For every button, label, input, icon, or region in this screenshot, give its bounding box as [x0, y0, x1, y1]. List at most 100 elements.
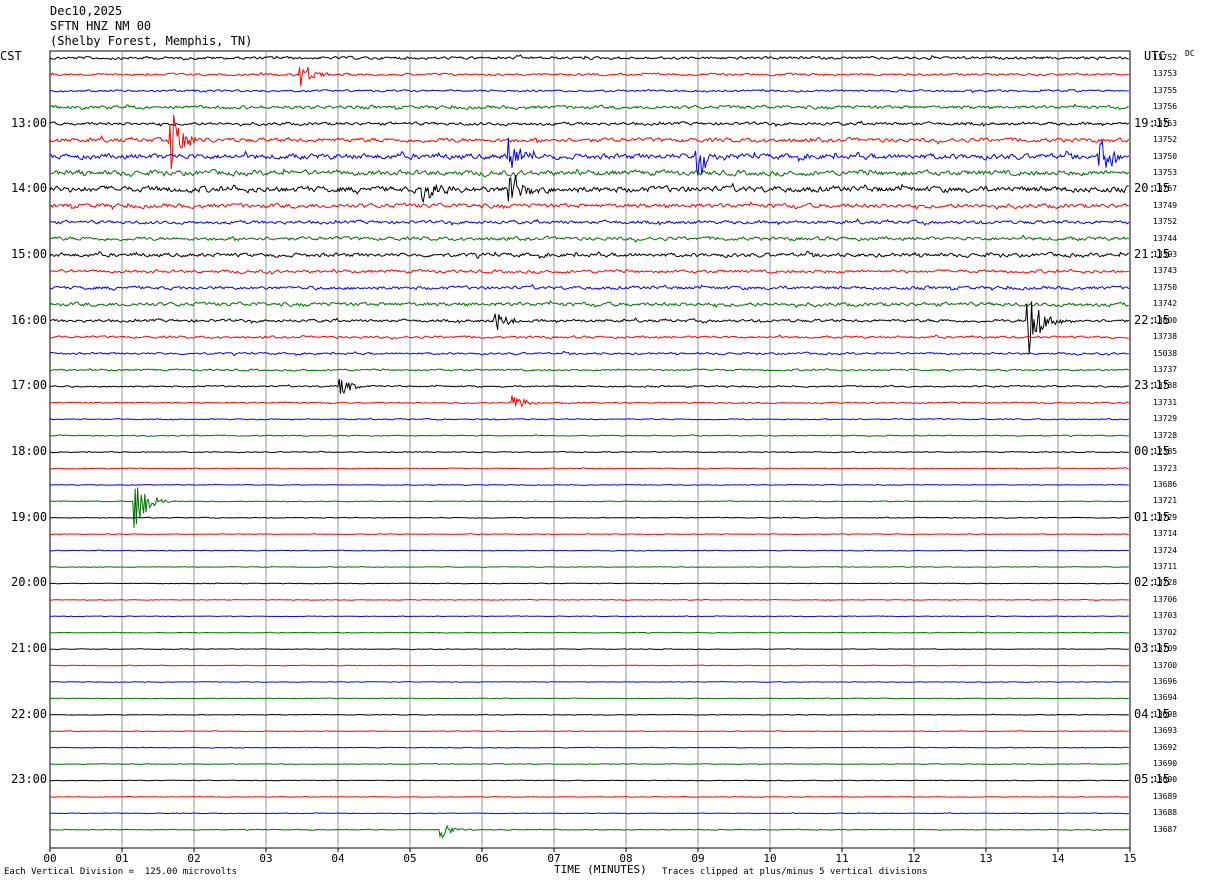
minute-gridlines: [49, 50, 1131, 849]
trace-41: [49, 713, 1129, 716]
trace-count-label: 13721: [1153, 496, 1178, 506]
trace-count-label: 13756: [1153, 102, 1178, 112]
plot-frame: [49, 50, 1131, 849]
trace-34: [50, 598, 1129, 601]
header-station: SFTN HNZ NM 00: [50, 19, 152, 33]
trace-47: [50, 812, 1129, 815]
trace-count-label: 13714: [1153, 529, 1178, 539]
trace-32: [49, 565, 1129, 569]
trace-count-label: 13724: [1153, 545, 1178, 555]
trace-count-label: 13757: [1153, 184, 1178, 194]
x-tick-label: 06: [475, 852, 488, 865]
trace-count-label: 13689: [1153, 791, 1178, 801]
trace-count-label: 13752: [1153, 217, 1178, 227]
trace-25: [50, 450, 1129, 454]
cst-hour-label: 21:00: [11, 641, 48, 656]
trace-lines: [49, 54, 1130, 839]
trace-15: [49, 283, 1130, 292]
trace-1: [49, 54, 1129, 61]
trace-count-label: 13393: [1153, 250, 1178, 260]
trace-24: [49, 434, 1129, 438]
cst-hour-label: 20:00: [11, 575, 48, 590]
x-tick-label: 03: [259, 852, 272, 865]
trace-count-label: 15038: [1153, 348, 1178, 358]
header-location: (Shelby Forest, Memphis, TN): [50, 34, 253, 48]
x-tick-label: 01: [115, 852, 128, 865]
seismogram-plot: 00 01 02 03 04 05 06 07 08 09 10 11 12 13 14 15: [43, 50, 1137, 865]
trace-31: [49, 549, 1129, 552]
trace-48: [50, 824, 1129, 839]
header-date: Dec10,2025: [50, 4, 123, 18]
trace-count-label: 13696: [1153, 676, 1178, 686]
trace-count-label: 13711: [1153, 562, 1178, 572]
trace-29: [49, 516, 1129, 520]
trace-count-label: 13744: [1153, 233, 1178, 243]
cst-hour-label: 22:00: [11, 706, 48, 721]
trace-18: [49, 334, 1129, 340]
trace-43: [49, 746, 1129, 749]
trace-count-label: 13703: [1153, 611, 1178, 621]
trace-count-label: 13687: [1153, 824, 1178, 834]
cst-hour-label: 14:00: [11, 181, 48, 196]
trace-45: [49, 779, 1129, 782]
x-tick-label: 05: [403, 852, 416, 865]
trace-count-label: 13686: [1153, 479, 1178, 489]
trace-count-label: 13694: [1153, 693, 1178, 703]
x-axis-label: TIME (MINUTES): [554, 863, 647, 876]
trace-30: [49, 532, 1129, 536]
trace-44: [49, 762, 1129, 766]
trace-37: [49, 648, 1129, 651]
clip-note: Traces clipped at plus/minus 5 vertical …: [662, 867, 928, 877]
trace-13: [49, 250, 1129, 260]
x-tick-label: 12: [907, 852, 920, 865]
x-tick-label: 14: [1051, 852, 1065, 865]
trace-46: [50, 795, 1129, 798]
trace-42: [50, 730, 1129, 733]
trace-count-label: 13731: [1153, 397, 1178, 407]
trace-12: [49, 234, 1130, 243]
trace-2: [49, 67, 1129, 87]
trace-count-label: 13750: [1153, 151, 1178, 161]
trace-count-label: 13728: [1153, 430, 1178, 440]
trace-8: [49, 168, 1130, 179]
cst-hour-label: 17:00: [11, 378, 48, 393]
x-tick-label: 10: [763, 852, 776, 865]
trace-count-label: 13738: [1153, 381, 1178, 391]
corner-tag: DC: [1185, 49, 1195, 58]
trace-10: [49, 200, 1130, 211]
trace-count-label: 13723: [1153, 463, 1178, 473]
trace-count-label: 13688: [1153, 808, 1178, 818]
x-tick-label: 15: [1123, 852, 1136, 865]
trace-count-label: 13729: [1153, 414, 1178, 424]
trace-count-label: 13729: [1153, 512, 1178, 522]
trace-23: [49, 417, 1129, 421]
trace-count-label: 13749: [1153, 200, 1178, 210]
trace-19: [49, 351, 1129, 356]
trace-5: [49, 120, 1130, 128]
cst-hour-label: 18:00: [11, 444, 48, 459]
trace-count-label: 13693: [1153, 726, 1178, 736]
x-tick-label: 04: [331, 852, 345, 865]
trace-20: [49, 368, 1130, 372]
trace-22: [49, 395, 1129, 408]
cst-hour-label: 23:00: [11, 772, 48, 787]
trace-count-label: 13750: [1153, 282, 1178, 292]
trace-14: [49, 268, 1129, 275]
cst-hour-label: 15:00: [11, 247, 48, 262]
cst-hour-label: 13:00: [11, 115, 48, 130]
trace-count-label: 13753: [1153, 118, 1178, 128]
x-tick-label: 11: [835, 852, 848, 865]
cst-zone-label: CST: [0, 49, 22, 63]
trace-count-label: 13752: [1153, 135, 1178, 145]
trace-3: [49, 88, 1129, 94]
scale-note: Each Vertical Division = 125.00 microvol…: [4, 867, 237, 877]
trace-38: [49, 664, 1129, 667]
x-tick-label: 02: [187, 852, 200, 865]
trace-11: [49, 217, 1130, 227]
trace-count-label: 13753: [1153, 167, 1178, 177]
trace-count-label: 13706: [1153, 594, 1178, 604]
cst-hour-label: 16:00: [11, 312, 48, 327]
trace-21: [49, 379, 1129, 395]
trace-count-label: 13709: [1153, 644, 1178, 654]
trace-9: [49, 175, 1129, 204]
